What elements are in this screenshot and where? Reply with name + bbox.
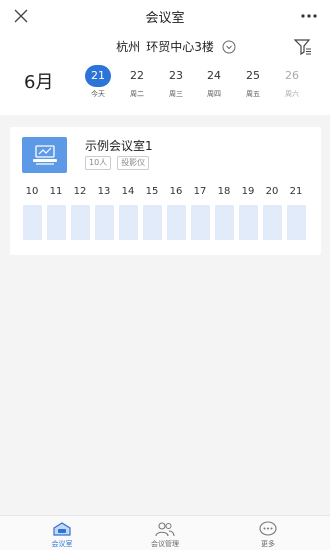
time-slot[interactable] (191, 205, 210, 240)
room-card[interactable]: 示例会议室1 10人 投影仪 10 11 12 13 14 15 16 17 1… (10, 127, 321, 255)
day-label: 周二 (130, 90, 144, 98)
time-slot[interactable] (287, 205, 306, 240)
room-tags: 10人 投影仪 (85, 156, 155, 170)
day-22[interactable]: 22 周二 (122, 65, 152, 99)
hour-label: 18 (217, 186, 231, 197)
tab-meeting-management[interactable]: 会议管理 (130, 521, 200, 549)
day-number: 25 (246, 69, 260, 82)
hour-label: 12 (73, 186, 87, 197)
hour-label: 15 (145, 186, 159, 197)
tab-meeting-room[interactable]: 会议室 (27, 521, 97, 549)
day-25[interactable]: 25 周五 (238, 65, 268, 99)
meeting-room-icon (53, 522, 71, 536)
day-number: 23 (169, 69, 183, 82)
room-thumbnail (22, 137, 67, 173)
projector-icon (32, 145, 57, 165)
day-number: 26 (285, 69, 299, 82)
tab-more[interactable]: 更多 (233, 521, 303, 549)
bottom-tab-bar: 会议室 会议管理 更多 (0, 515, 330, 550)
room-name: 示例会议室1 (85, 139, 153, 153)
time-slot[interactable] (239, 205, 258, 240)
hour-label: 20 (265, 186, 279, 197)
filter-icon[interactable] (294, 38, 312, 56)
hour-label: 16 (169, 186, 183, 197)
tab-label: 会议管理 (151, 540, 179, 548)
more-icon (301, 14, 317, 18)
hour-label: 13 (97, 186, 111, 197)
chevron-down-circle-icon[interactable] (222, 40, 236, 54)
users-icon (155, 522, 175, 537)
location-city: 杭州 (116, 40, 141, 54)
time-slot[interactable] (143, 205, 162, 240)
day-number: 22 (130, 69, 144, 82)
current-month: 6月 (24, 72, 54, 93)
hour-label: 10 (25, 186, 39, 197)
hour-label: 21 (289, 186, 303, 197)
time-slot[interactable] (47, 205, 66, 240)
location-building: 环贸中心3楼 (146, 40, 214, 54)
more-chat-icon (259, 521, 277, 536)
time-slot[interactable] (263, 205, 282, 240)
day-label: 今天 (91, 90, 105, 98)
hour-label: 17 (193, 186, 207, 197)
top-header: 会议室 杭州 环贸中心3楼 6月 21 今天 22 周二 23 周三 24 周四… (0, 0, 330, 115)
time-slot[interactable] (23, 205, 42, 240)
day-26[interactable]: 26 周六 (277, 65, 307, 99)
time-slot[interactable] (95, 205, 114, 240)
date-selector: 6月 21 今天 22 周二 23 周三 24 周四 25 周五 26 周六 (0, 65, 330, 105)
day-label: 周五 (246, 90, 260, 98)
hour-label: 19 (241, 186, 255, 197)
day-label: 周三 (169, 90, 183, 98)
hour-labels: 10 11 12 13 14 15 16 17 18 19 20 21 (23, 186, 311, 200)
day-21[interactable]: 21 今天 (83, 65, 113, 99)
time-slot[interactable] (215, 205, 234, 240)
tab-label: 会议室 (51, 540, 73, 548)
day-23[interactable]: 23 周三 (161, 65, 191, 99)
day-number: 21 (85, 65, 111, 87)
hour-label: 14 (121, 186, 135, 197)
location-row: 杭州 环贸中心3楼 (0, 38, 330, 58)
day-24[interactable]: 24 周四 (199, 65, 229, 99)
equipment-tag: 投影仪 (117, 156, 150, 170)
day-number: 24 (207, 69, 221, 82)
hour-label: 11 (49, 186, 63, 197)
tab-label: 更多 (261, 540, 275, 548)
navigation-bar: 会议室 (0, 0, 330, 32)
location-selector[interactable]: 杭州 环贸中心3楼 (0, 38, 330, 55)
time-slot[interactable] (119, 205, 138, 240)
time-slot[interactable] (167, 205, 186, 240)
time-slot[interactable] (71, 205, 90, 240)
day-label: 周四 (207, 90, 221, 98)
day-label: 周六 (285, 90, 299, 98)
capacity-tag: 10人 (85, 156, 112, 170)
time-slots (23, 205, 311, 240)
more-button[interactable] (298, 5, 320, 27)
page-title: 会议室 (145, 11, 185, 26)
